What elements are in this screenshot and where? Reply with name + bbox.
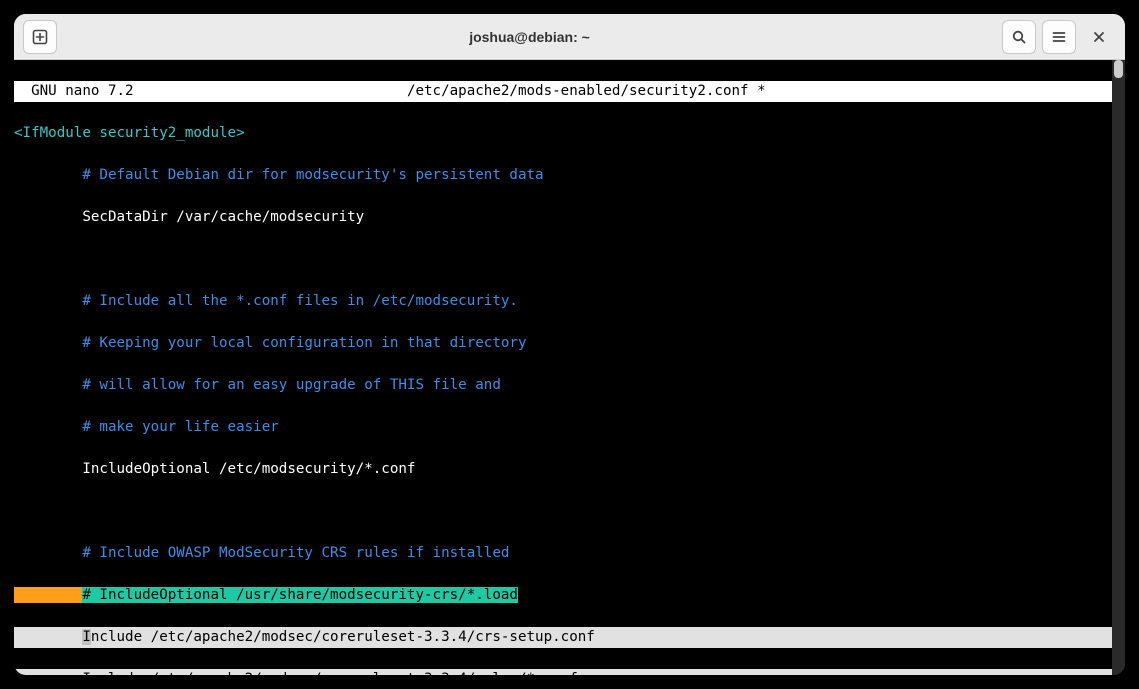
close-button[interactable] [1082,20,1116,54]
code-line [14,249,1112,270]
code-line: # Keeping your local configuration in th… [14,333,1112,354]
search-icon [1011,29,1027,45]
nano-shortcuts: ^GHelp ^OWrite Out ^WWhere Is ^KCut ^TEx… [14,648,1112,675]
hamburger-icon [1051,29,1067,45]
terminal-area: GNU nano 7.2 /etc/apache2/mods-enabled/s… [14,60,1125,675]
code-line: # Default Debian dir for modsecurity's p… [14,165,1112,186]
search-button[interactable] [1002,20,1036,54]
close-icon [1091,29,1107,45]
code-line [14,501,1112,522]
code-line: # will allow for an easy upgrade of THIS… [14,375,1112,396]
scrollbar[interactable] [1112,60,1125,675]
plus-box-icon [32,29,48,45]
menu-button[interactable] [1042,20,1076,54]
terminal-content[interactable]: GNU nano 7.2 /etc/apache2/mods-enabled/s… [14,60,1112,675]
code-line: <IfModule security2_module> [14,123,1112,144]
nano-header: GNU nano 7.2 /etc/apache2/mods-enabled/s… [14,81,1112,102]
code-line: # make your life easier [14,417,1112,438]
titlebar: joshua@debian: ~ [14,14,1125,60]
new-tab-button[interactable] [23,20,57,54]
scrollbar-thumb[interactable] [1114,60,1123,78]
code-line: # Include OWASP ModSecurity CRS rules if… [14,543,1112,564]
code-line: # Include all the *.conf files in /etc/m… [14,291,1112,312]
code-line: SecDataDir /var/cache/modsecurity [14,207,1112,228]
code-line-highlighted: # IncludeOptional /usr/share/modsecurity… [14,585,1112,606]
window-title: joshua@debian: ~ [60,29,999,45]
code-line-selected: Include /etc/apache2/modsec/coreruleset-… [14,627,1112,648]
code-line: IncludeOptional /etc/modsecurity/*.conf [14,459,1112,480]
text-cursor: I [82,629,91,645]
terminal-window: joshua@debian: ~ GNU nano 7.2 /etc/apach… [14,14,1125,675]
